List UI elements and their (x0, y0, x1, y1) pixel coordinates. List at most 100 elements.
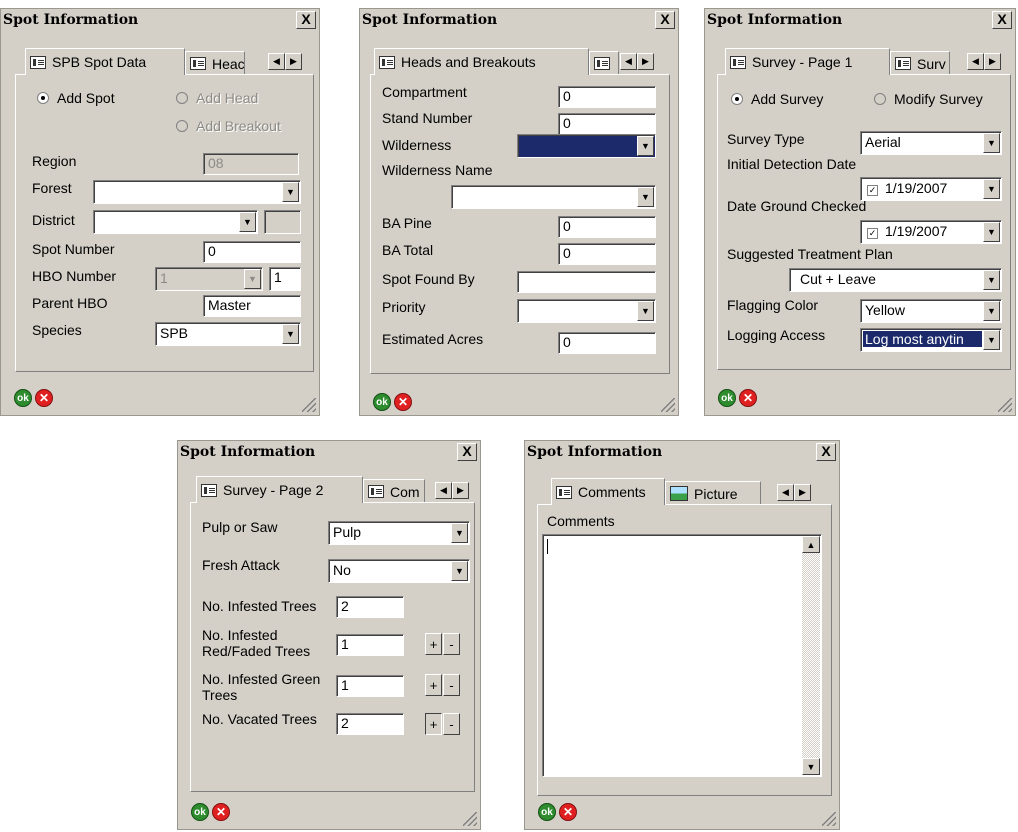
close-icon[interactable]: X (992, 11, 1012, 29)
tab-survey-page-2[interactable]: Survey - Page 2 (196, 476, 363, 503)
radio-off-icon (176, 120, 188, 132)
hbo-number-select: 1 ▼ (155, 267, 263, 291)
ok-button[interactable]: ok (538, 803, 556, 821)
close-icon[interactable]: X (655, 11, 675, 29)
wilderness-name-select[interactable]: ▼ (451, 185, 656, 209)
infested-trees-input[interactable]: 2 (336, 596, 404, 618)
resize-grip-icon[interactable] (463, 812, 477, 826)
date-ground-date[interactable]: ✓ 1/19/2007 ▼ (860, 220, 1002, 244)
comments-textarea[interactable]: ▲ ▼ (542, 534, 822, 777)
flagging-select[interactable]: Yellow ▼ (860, 299, 1002, 323)
pulp-select[interactable]: Pulp ▼ (328, 521, 470, 545)
tab-heads[interactable]: Heac (185, 51, 245, 75)
tab-scroll-right-icon[interactable]: ▶ (984, 53, 1001, 70)
tab-scroll-right-icon[interactable]: ▶ (285, 53, 302, 70)
close-icon[interactable]: X (457, 443, 477, 461)
species-select[interactable]: SPB ▼ (155, 322, 301, 346)
vacated-plus-button[interactable]: + (425, 713, 442, 735)
text-caret (547, 539, 548, 554)
comments-scrollbar[interactable]: ▲ ▼ (802, 536, 820, 775)
resize-grip-icon[interactable] (302, 398, 316, 412)
tab-scroll-right-icon[interactable]: ▶ (794, 484, 811, 501)
red-faded-minus-button[interactable]: - (443, 633, 460, 655)
cancel-button[interactable]: ✕ (739, 389, 757, 407)
tab-scroll-right-icon[interactable]: ▶ (637, 53, 654, 70)
survey-type-select[interactable]: Aerial ▼ (860, 131, 1002, 155)
tab-survey-page-1[interactable]: Survey - Page 1 (725, 48, 890, 75)
priority-select[interactable]: ▼ (517, 299, 656, 323)
tab-scroll-left-icon[interactable]: ◀ (268, 53, 285, 70)
cancel-button[interactable]: ✕ (559, 803, 577, 821)
tab-comments[interactable]: Comments (551, 478, 665, 505)
tab-scroll-left-icon[interactable]: ◀ (777, 484, 794, 501)
district-extra-field (264, 210, 301, 234)
treatment-select[interactable]: Cut + Leave ▼ (789, 268, 1002, 292)
resize-grip-icon[interactable] (998, 398, 1012, 412)
vacated-minus-button[interactable]: - (443, 713, 460, 735)
parent-hbo-input[interactable]: Master (203, 295, 301, 317)
spot-found-by-input[interactable] (517, 271, 656, 293)
tab-scroll-right-icon[interactable]: ▶ (452, 482, 469, 499)
red-faded-input[interactable]: 1 (336, 634, 404, 656)
close-icon[interactable]: X (296, 11, 316, 29)
ok-button[interactable]: ok (14, 389, 32, 407)
dialog-title: Spot Information (362, 12, 498, 28)
logging-select[interactable]: Log most anytin ▼ (860, 328, 1002, 352)
hbo-number-extra-input[interactable]: 1 (269, 267, 301, 291)
ba-total-input[interactable]: 0 (558, 243, 656, 265)
radio-add-breakout: Add Breakout (176, 118, 281, 134)
tab-scroll: ◀ ▶ (967, 53, 1001, 70)
cancel-button[interactable]: ✕ (212, 803, 230, 821)
tab-scroll-left-icon[interactable]: ◀ (435, 482, 452, 499)
date-ground-label: Date Ground Checked (727, 198, 867, 214)
checkbox-icon[interactable]: ✓ (867, 228, 878, 239)
cancel-button[interactable]: ✕ (394, 393, 412, 411)
form-icon (368, 485, 384, 498)
chevron-down-icon: ▼ (239, 212, 256, 232)
ok-button[interactable]: ok (718, 389, 736, 407)
pulp-label: Pulp or Saw (202, 519, 278, 535)
tab-scroll: ◀ ▶ (777, 484, 811, 501)
ok-button[interactable]: ok (373, 393, 391, 411)
forest-select[interactable]: ▼ (93, 180, 301, 204)
form-icon (30, 55, 46, 69)
ba-pine-input[interactable]: 0 (558, 216, 656, 238)
checkbox-icon[interactable]: ✓ (867, 185, 878, 196)
chevron-down-icon: ▼ (983, 133, 1000, 153)
radio-add-spot[interactable]: Add Spot (37, 90, 115, 106)
green-input[interactable]: 1 (336, 675, 404, 697)
tab-next[interactable] (589, 51, 619, 75)
cancel-button[interactable]: ✕ (35, 389, 53, 407)
scroll-down-icon[interactable]: ▼ (802, 758, 820, 775)
resize-grip-icon[interactable] (822, 812, 836, 826)
close-icon[interactable]: X (816, 443, 836, 461)
compartment-input[interactable]: 0 (558, 86, 656, 108)
district-select[interactable]: ▼ (93, 210, 258, 234)
radio-modify-survey[interactable]: Modify Survey (874, 91, 983, 107)
green-minus-button[interactable]: - (443, 674, 460, 696)
radio-add-survey[interactable]: Add Survey (731, 91, 823, 107)
resize-grip-icon[interactable] (661, 398, 675, 412)
hbo-number-label: HBO Number (32, 268, 117, 284)
green-plus-button[interactable]: + (425, 674, 442, 696)
estimated-acres-input[interactable]: 0 (558, 332, 656, 354)
tab-comments[interactable]: Com (363, 479, 425, 503)
fresh-attack-select[interactable]: No ▼ (328, 559, 470, 583)
scroll-up-icon[interactable]: ▲ (802, 536, 820, 553)
tab-scroll-left-icon[interactable]: ◀ (620, 53, 637, 70)
ok-button[interactable]: ok (191, 803, 209, 821)
vacated-input[interactable]: 2 (336, 713, 404, 735)
chevron-down-icon: ▼ (451, 561, 468, 581)
tab-spb-spot-data[interactable]: SPB Spot Data (25, 48, 185, 75)
red-faded-plus-button[interactable]: + (425, 633, 442, 655)
chevron-down-icon: ▼ (983, 179, 1000, 199)
wilderness-select[interactable]: ▼ (517, 134, 656, 158)
initial-detection-date[interactable]: ✓ 1/19/2007 ▼ (860, 177, 1002, 201)
tab-picture[interactable]: Picture (665, 481, 761, 505)
tab-heads-and-breakouts[interactable]: Heads and Breakouts (374, 48, 589, 75)
tab-survey-page-2[interactable]: Surv (890, 51, 950, 75)
spot-number-input[interactable]: 0 (203, 241, 301, 263)
stand-number-input[interactable]: 0 (558, 113, 656, 135)
treatment-label: Suggested Treatment Plan (727, 246, 893, 262)
tab-scroll-left-icon[interactable]: ◀ (967, 53, 984, 70)
